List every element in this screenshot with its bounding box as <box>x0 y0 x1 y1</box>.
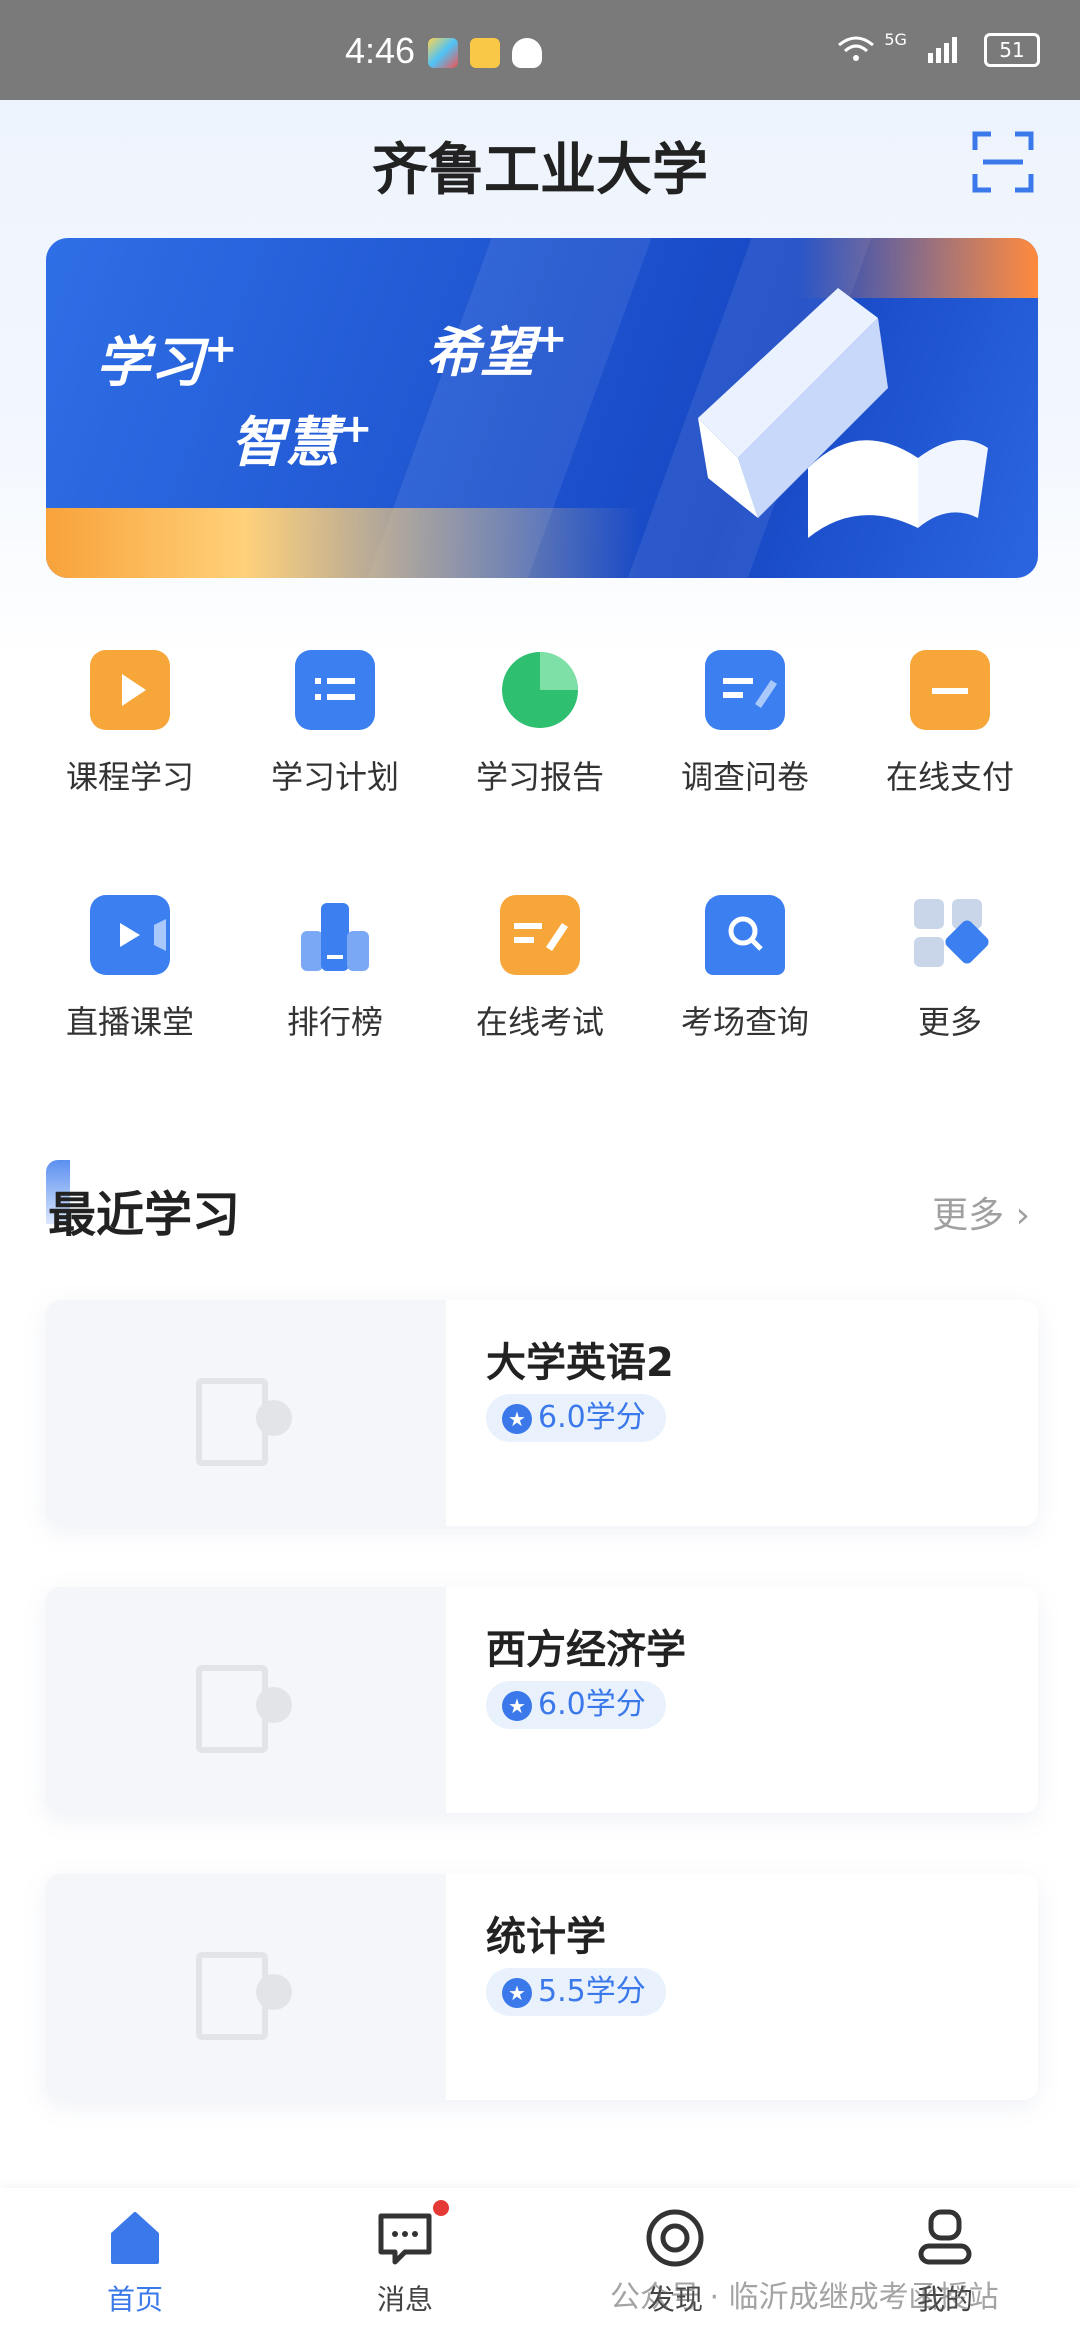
chevron-right-icon: › <box>1015 1195 1030 1236</box>
recent-study-title: 最近学习 <box>48 1187 241 1243</box>
banner-word-1: 学习+ <box>96 326 238 394</box>
profile-icon <box>915 2208 975 2268</box>
more-label: 更多 <box>932 1195 1005 1236</box>
book-illustration-icon <box>698 288 988 538</box>
card-icon <box>910 650 990 730</box>
scan-icon <box>972 131 1034 193</box>
signal-icon <box>926 35 964 63</box>
message-icon <box>375 2200 449 2268</box>
grid-item-label: 直播课堂 <box>65 1003 194 1041</box>
battery-icon: 51 <box>984 33 1040 67</box>
tab-label: 消息 <box>376 2283 433 2316</box>
grid-item-exam-room-query[interactable]: 考场查询 <box>645 895 845 1043</box>
banner-word-3: 希望+ <box>426 316 568 384</box>
course-card[interactable]: 统计学 ★ 5.5学分 <box>46 1874 1038 2100</box>
credit-badge: ★ 6.0学分 <box>486 1394 666 1442</box>
course-thumbnail <box>46 1587 446 1813</box>
network-type: 5G <box>884 30 907 49</box>
chat-bubble-icon <box>256 1400 292 1436</box>
page-title: 齐鲁工业大学 <box>372 138 708 203</box>
grid-item-more[interactable]: 更多 <box>850 895 1050 1043</box>
star-icon: ★ <box>502 1977 532 2008</box>
mail-notification-icon <box>470 38 500 68</box>
course-thumbnail <box>46 1300 446 1526</box>
grid-item-study-report[interactable]: 学习报告 <box>440 650 640 798</box>
grid-item-label: 在线考试 <box>475 1003 604 1041</box>
chat-bubble-icon <box>256 1974 292 2010</box>
play-icon <box>90 650 170 730</box>
scan-button[interactable] <box>971 130 1035 194</box>
grid-item-label: 学习报告 <box>475 758 604 796</box>
watermark: 公众号 · 临沂成继成考函授站 <box>610 2280 999 2315</box>
status-right: 5G 51 <box>837 30 1040 67</box>
credit-badge: ★ 5.5学分 <box>486 1968 666 2016</box>
exam-icon <box>500 895 580 975</box>
grid-item-online-exam[interactable]: 在线考试 <box>440 895 640 1043</box>
promo-banner[interactable]: 学习+ 智慧+ 希望+ <box>46 238 1038 578</box>
grid-item-label: 调查问卷 <box>680 758 809 796</box>
tab-messages[interactable]: 消息 <box>315 2200 495 2318</box>
grid-item-course-study[interactable]: 课程学习 <box>30 650 230 798</box>
chat-bubble-icon <box>256 1687 292 1723</box>
status-time: 4:46 <box>345 30 416 71</box>
credit-badge: ★ 6.0学分 <box>486 1681 666 1729</box>
grid-item-survey[interactable]: 调查问卷 <box>645 650 845 798</box>
unread-dot <box>433 2200 449 2216</box>
star-icon: ★ <box>502 1403 532 1434</box>
grid-item-label: 考场查询 <box>680 1003 809 1041</box>
grid-item-label: 课程学习 <box>65 758 194 796</box>
ranking-icon <box>295 895 375 975</box>
more-apps-icon <box>910 895 990 975</box>
wifi-icon <box>837 30 885 65</box>
recent-more-link[interactable]: 更多 › <box>932 1186 1030 1238</box>
course-name: 统计学 <box>486 1914 606 1960</box>
course-card[interactable]: 西方经济学 ★ 6.0学分 <box>46 1587 1038 1813</box>
live-camera-icon <box>90 895 170 975</box>
list-calendar-icon <box>295 650 375 730</box>
course-name: 大学英语2 <box>486 1340 674 1386</box>
grid-item-study-plan[interactable]: 学习计划 <box>235 650 435 798</box>
course-card[interactable]: 大学英语2 ★ 6.0学分 <box>46 1300 1038 1526</box>
home-icon <box>105 2208 165 2268</box>
tab-home[interactable]: 首页 <box>45 2208 225 2318</box>
tab-label: 首页 <box>106 2283 163 2316</box>
grid-item-label: 在线支付 <box>885 758 1014 796</box>
star-icon: ★ <box>502 1690 532 1721</box>
grid-item-online-payment[interactable]: 在线支付 <box>850 650 1050 798</box>
pie-chart-icon <box>500 650 580 730</box>
survey-icon <box>705 650 785 730</box>
discover-icon <box>645 2208 705 2268</box>
grid-item-label: 排行榜 <box>286 1003 383 1041</box>
qq-notification-icon <box>512 38 542 68</box>
gallery-notification-icon <box>428 38 458 68</box>
status-bar: 4:46 5G 51 <box>0 0 1080 100</box>
grid-item-live-class[interactable]: 直播课堂 <box>30 895 230 1043</box>
grid-item-label: 更多 <box>917 1003 982 1041</box>
banner-word-2: 智慧+ <box>231 406 373 474</box>
grid-item-ranking[interactable]: 排行榜 <box>235 895 435 1043</box>
course-thumbnail <box>46 1874 446 2100</box>
course-name: 西方经济学 <box>486 1627 686 1673</box>
grid-item-label: 学习计划 <box>270 758 399 796</box>
search-seat-icon <box>705 895 785 975</box>
